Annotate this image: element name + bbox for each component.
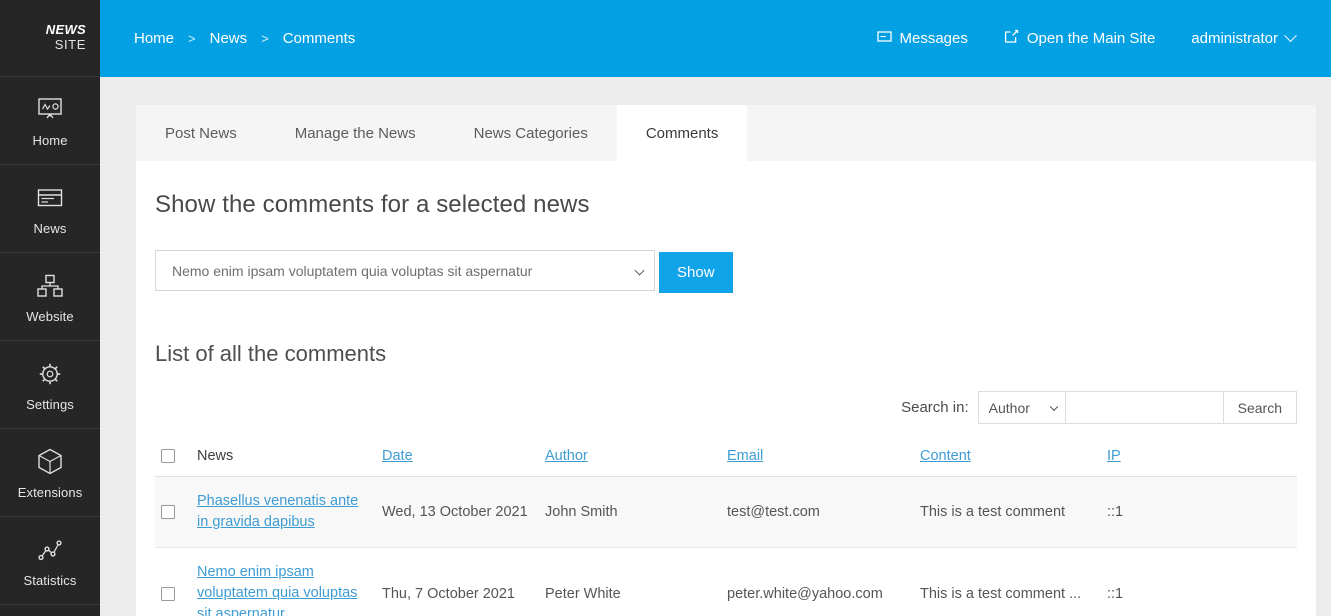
sidebar-item-label: Settings: [26, 396, 74, 412]
gear-icon: [33, 358, 67, 390]
row-select-cell: [155, 547, 191, 616]
search-input[interactable]: [1065, 391, 1224, 424]
tab-comments[interactable]: Comments: [616, 105, 748, 161]
external-link-icon: [1004, 29, 1019, 48]
breadcrumb-item-home[interactable]: Home: [134, 30, 174, 47]
cell-author: Peter White: [539, 547, 721, 616]
cube-icon: [33, 446, 67, 478]
search-field-select[interactable]: Author Email Content IP: [977, 391, 1066, 424]
list-comments-heading: List of all the comments: [155, 341, 387, 366]
main-area: Home > News > Comments Messages Open the…: [100, 0, 1331, 616]
sort-link-content[interactable]: Content: [920, 448, 971, 464]
tab-post-news[interactable]: Post News: [136, 105, 266, 161]
sidebar-item-label: Website: [26, 308, 74, 324]
panel-body: Show the comments for a selected news Ne…: [136, 161, 1316, 616]
breadcrumb-separator: >: [188, 31, 196, 46]
sidebar-item-label: Statistics: [23, 572, 77, 588]
cell-date: Wed, 13 October 2021: [376, 476, 539, 549]
presentation-chart-icon: [33, 94, 67, 126]
news-select-wrapper: Nemo enim ipsam voluptatem quia voluptas…: [155, 250, 655, 293]
sidebar-item-extensions[interactable]: Extensions: [0, 429, 100, 517]
table-body: Phasellus venenatis ante in gravida dapi…: [155, 476, 1297, 616]
brand-line-1: NEWS: [45, 22, 86, 38]
select-all-checkbox[interactable]: [161, 449, 175, 464]
breadcrumb-separator: >: [261, 31, 269, 46]
column-header-date: Date: [376, 438, 539, 477]
tab-bar: Post News Manage the News News Categorie…: [136, 105, 1316, 161]
cell-ip: ::1: [1101, 547, 1297, 616]
top-bar-actions: Messages Open the Main Site administrato…: [876, 29, 1297, 48]
cell-email: peter.white@yahoo.com: [721, 547, 914, 616]
sidebar-item-home[interactable]: Home: [0, 77, 100, 165]
select-all-header: [155, 438, 191, 477]
tab-news-categories[interactable]: News Categories: [445, 105, 617, 161]
sitemap-icon: [33, 270, 67, 302]
cell-email: test@test.com: [721, 476, 914, 549]
sidebar-item-label: Home: [32, 132, 68, 148]
column-header-email: Email: [721, 438, 914, 477]
cell-content: This is a test comment: [914, 476, 1101, 549]
breadcrumb-item-news[interactable]: News: [210, 30, 248, 47]
show-comments-heading: Show the comments for a selected news: [155, 191, 590, 218]
content-panel: Post News Manage the News News Categorie…: [136, 105, 1316, 616]
cell-content: This is a test comment ...: [914, 547, 1101, 616]
sidebar-item-label: News: [33, 220, 67, 236]
search-button[interactable]: Search: [1223, 391, 1297, 424]
newspaper-icon: [33, 182, 67, 214]
table-head: News Date Author Email Content IP: [155, 438, 1297, 477]
comments-table: News Date Author Email Content IP Phasel…: [155, 438, 1297, 616]
sidebar-item-website[interactable]: Website: [0, 253, 100, 341]
open-main-site-button[interactable]: Open the Main Site: [1004, 29, 1155, 48]
sidebar-item-label: Extensions: [17, 484, 83, 500]
sort-link-date[interactable]: Date: [382, 448, 413, 464]
sort-link-author[interactable]: Author: [545, 448, 588, 464]
cell-news: Nemo enim ipsam voluptatem quia voluptas…: [191, 547, 376, 616]
row-checkbox[interactable]: [161, 586, 175, 601]
table-header-row: News Date Author Email Content IP: [155, 438, 1297, 477]
top-bar: Home > News > Comments Messages Open the…: [100, 0, 1331, 77]
cell-ip: ::1: [1101, 476, 1297, 549]
content-area: Post News Manage the News News Categorie…: [100, 77, 1331, 616]
table-row: Phasellus venenatis ante in gravida dapi…: [155, 476, 1297, 549]
sidebar-item-statistics[interactable]: Statistics: [0, 517, 100, 605]
user-menu-label: administrator: [1191, 30, 1278, 47]
column-header-author: Author: [539, 438, 721, 477]
search-field-select-wrapper: Author Email Content IP: [977, 391, 1066, 424]
cell-author: John Smith: [539, 476, 721, 549]
table-row: Nemo enim ipsam voluptatem quia voluptas…: [155, 547, 1297, 616]
brand-line-2: SITE: [54, 37, 86, 52]
search-in-label: Search in:: [901, 399, 969, 416]
message-icon: [876, 30, 892, 48]
breadcrumb-item-comments[interactable]: Comments: [283, 30, 356, 47]
column-header-content: Content: [914, 438, 1101, 477]
brand-logo[interactable]: NEWS SITE: [0, 0, 100, 77]
breadcrumb: Home > News > Comments: [134, 30, 355, 47]
messages-label: Messages: [899, 30, 968, 47]
news-link[interactable]: Phasellus venenatis ante in gravida dapi…: [197, 491, 370, 533]
column-header-ip: IP: [1101, 438, 1297, 477]
show-button[interactable]: Show: [659, 252, 733, 293]
sidebar: NEWS SITE Home News Website Settings Ext…: [0, 0, 100, 616]
chevron-down-icon: [1284, 29, 1297, 43]
search-row: Search in: Author Email Content IP Searc…: [155, 391, 1297, 424]
line-chart-icon: [33, 534, 67, 566]
open-main-site-label: Open the Main Site: [1026, 30, 1156, 47]
news-select[interactable]: Nemo enim ipsam voluptatem quia voluptas…: [155, 250, 655, 291]
row-checkbox[interactable]: [161, 505, 175, 520]
cell-news: Phasellus venenatis ante in gravida dapi…: [191, 476, 376, 549]
cell-date: Thu, 7 October 2021: [376, 547, 539, 616]
news-select-row: Nemo enim ipsam voluptatem quia voluptas…: [155, 250, 1297, 293]
sort-link-email[interactable]: Email: [727, 448, 763, 464]
messages-button[interactable]: Messages: [876, 30, 968, 48]
sidebar-item-news[interactable]: News: [0, 165, 100, 253]
sidebar-item-settings[interactable]: Settings: [0, 341, 100, 429]
tab-manage-the-news[interactable]: Manage the News: [266, 105, 445, 161]
row-select-cell: [155, 476, 191, 549]
column-header-news: News: [191, 438, 376, 477]
user-menu[interactable]: administrator: [1191, 29, 1297, 47]
news-link[interactable]: Nemo enim ipsam voluptatem quia voluptas…: [197, 562, 370, 616]
sort-link-ip[interactable]: IP: [1107, 448, 1121, 464]
